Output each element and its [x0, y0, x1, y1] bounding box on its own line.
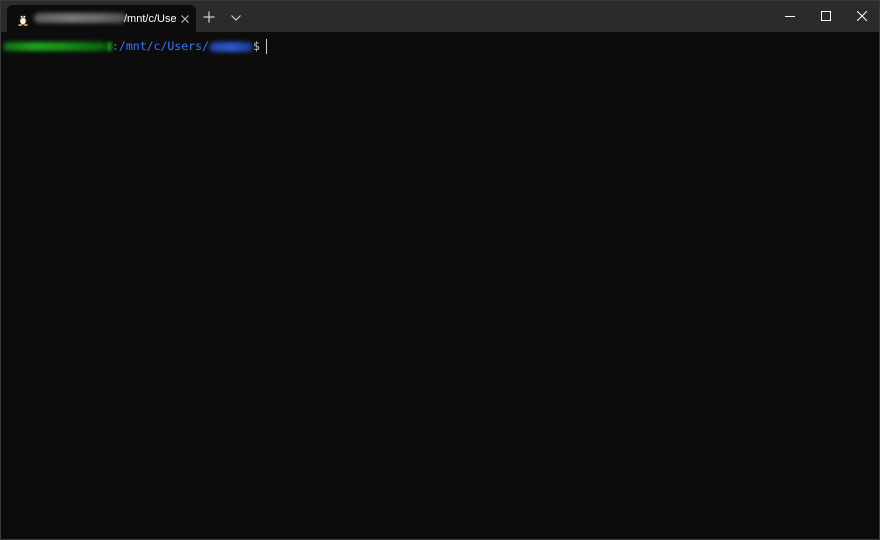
- prompt-path: :/mnt/c/Users/: [112, 39, 209, 53]
- terminal-output[interactable]: :/mnt/c/Users/ $: [1, 32, 879, 539]
- close-window-button[interactable]: [839, 1, 880, 32]
- text-cursor: [265, 39, 267, 54]
- minimize-icon: [785, 16, 795, 17]
- close-icon: [857, 11, 867, 21]
- prompt-line: :/mnt/c/Users/ $: [3, 37, 267, 55]
- redacted-tab-text: [34, 13, 126, 23]
- plus-icon[interactable]: [201, 9, 217, 25]
- redacted-username: [208, 41, 253, 52]
- tab-title: /mnt/c/Use: [124, 13, 176, 25]
- maximize-icon: [821, 11, 831, 21]
- title-bar[interactable]: /mnt/c/Use: [1, 1, 879, 32]
- terminal-tab[interactable]: /mnt/c/Use: [7, 5, 196, 32]
- redacted-user-host: [3, 42, 107, 51]
- redacted-user-host-suffix: [107, 42, 112, 51]
- terminal-window: /mnt/c/Use:/mnt/c/Users/ $: [0, 0, 880, 540]
- close-icon[interactable]: [178, 11, 192, 25]
- chevron-down-icon[interactable]: [229, 10, 243, 24]
- linux-penguin-icon: [16, 11, 30, 26]
- prompt-symbol: $: [252, 39, 260, 53]
